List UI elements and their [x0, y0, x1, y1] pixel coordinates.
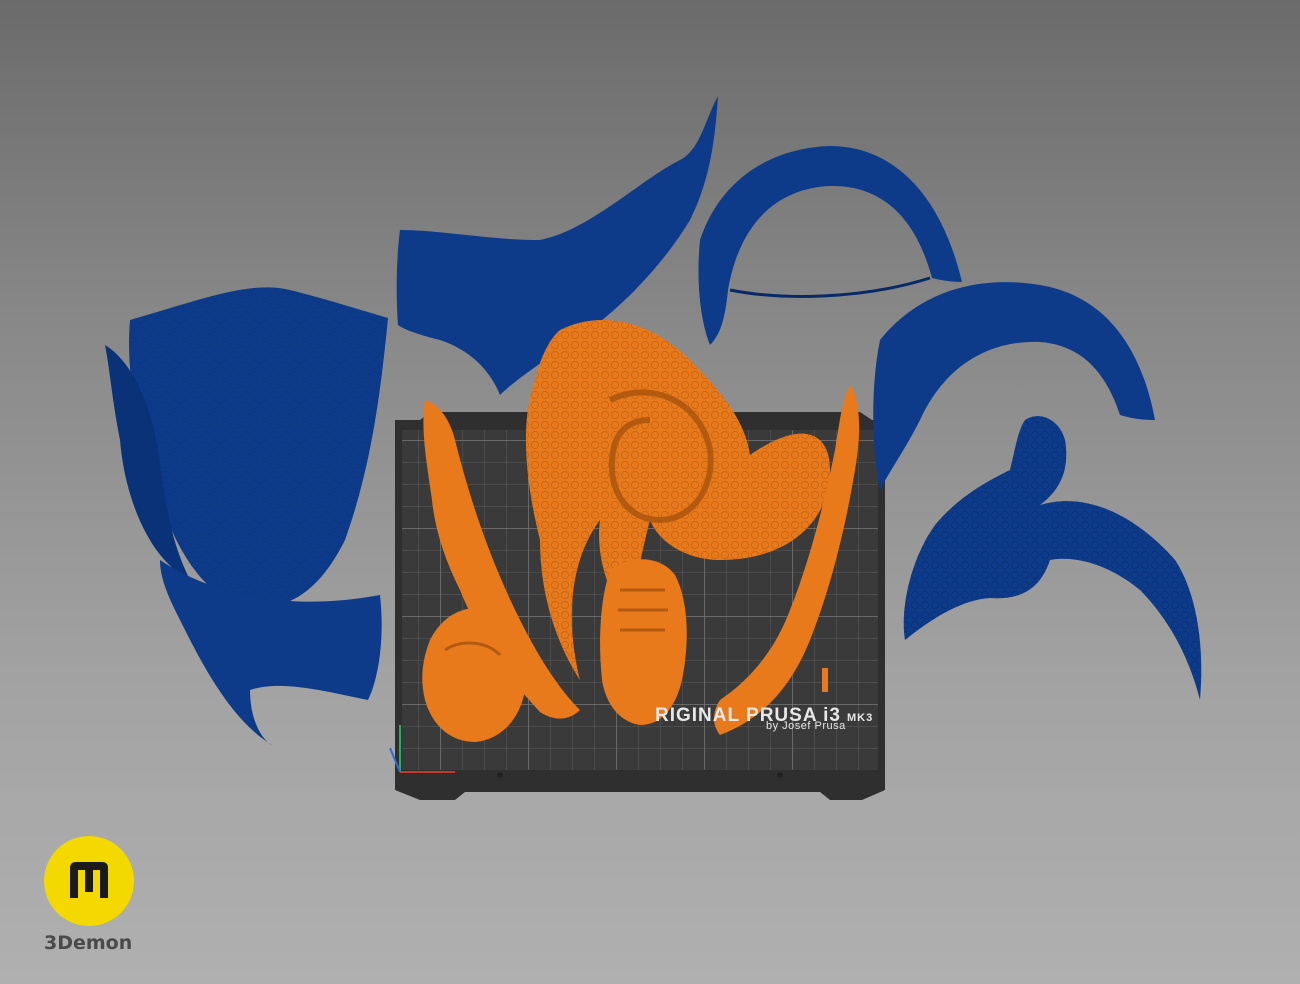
model-scene[interactable]: [0, 0, 1300, 984]
bed-subtitle: by Josef Prusa: [766, 720, 846, 732]
3demon-logo-icon: [44, 836, 134, 926]
orange-skull-left: [422, 608, 527, 742]
orange-snake-head: [600, 559, 687, 725]
bed-model-text: MK3: [846, 712, 874, 724]
3d-viewport[interactable]: RIGINAL PRUSA i3 MK3 by Josef Prusa 3Demo…: [0, 0, 1300, 984]
brand-name: 3Demon: [44, 932, 133, 954]
orange-small-pin: [822, 668, 828, 692]
